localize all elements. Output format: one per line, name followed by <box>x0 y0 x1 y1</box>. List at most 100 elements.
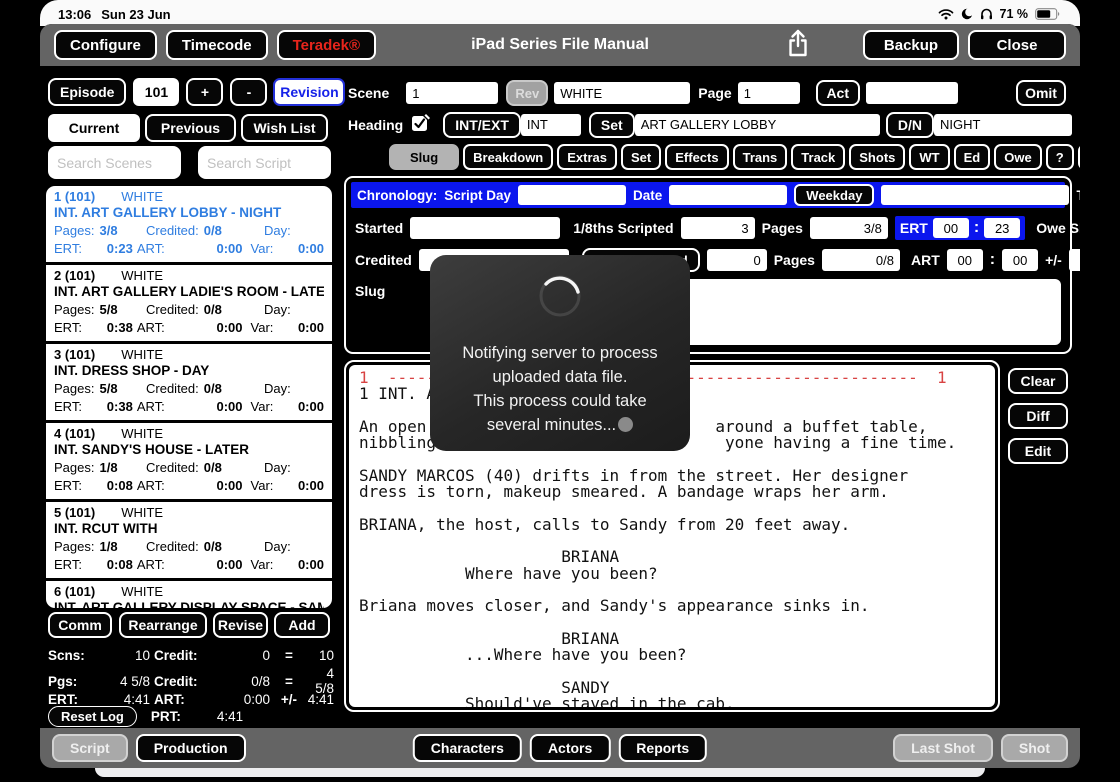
stat-pair: ART:0:00 <box>137 399 243 414</box>
stat-label: Day: <box>264 381 291 396</box>
view-tab-wish-list[interactable]: Wish List <box>241 114 328 142</box>
detail-tab-attachments[interactable]: Attachments <box>1078 144 1080 170</box>
footer-last-shot-button[interactable]: Last Shot <box>893 734 993 762</box>
detail-tab--[interactable]: ? <box>1046 144 1074 170</box>
stat-label: Var: <box>251 399 274 414</box>
ert-minutes-field[interactable] <box>933 218 969 238</box>
scene-number-field[interactable] <box>406 82 498 104</box>
detail-tab-extras[interactable]: Extras <box>557 144 617 170</box>
edit-button[interactable]: Edit <box>1008 438 1068 464</box>
stat-pair: Credited:0/8 <box>146 381 264 396</box>
set-field[interactable] <box>635 114 880 136</box>
detail-tab-effects[interactable]: Effects <box>665 144 728 170</box>
timecode-button[interactable]: Timecode <box>166 30 268 60</box>
page-number-field[interactable] <box>738 82 800 104</box>
add-button[interactable]: Add <box>274 612 330 638</box>
detail-tab-wt[interactable]: WT <box>909 144 949 170</box>
act-button[interactable]: Act <box>816 80 860 106</box>
omit-button[interactable]: Omit <box>1016 80 1066 106</box>
revision-toggle[interactable]: Revision <box>273 78 345 106</box>
reset-log-button[interactable]: Reset Log <box>48 706 137 727</box>
diff-button[interactable]: Diff <box>1008 403 1068 429</box>
art-seconds-field[interactable] <box>1002 249 1038 271</box>
footer-actors-button[interactable]: Actors <box>530 734 610 762</box>
detail-tab-track[interactable]: Track <box>791 144 845 170</box>
backup-button[interactable]: Backup <box>863 30 959 60</box>
weekday-button[interactable]: Weekday <box>794 184 874 206</box>
variance-minutes-field[interactable] <box>1069 249 1080 271</box>
detail-tab-shots[interactable]: Shots <box>849 144 905 170</box>
eighths-scripted-field[interactable] <box>681 217 755 239</box>
detail-tab-ed[interactable]: Ed <box>954 144 991 170</box>
close-button[interactable]: Close <box>968 30 1066 60</box>
episode-minus-button[interactable]: - <box>230 78 267 106</box>
day-night-button[interactable]: D/N <box>886 112 934 138</box>
stat-value: 5/8 <box>99 381 117 396</box>
episode-number-field[interactable] <box>133 78 179 106</box>
share-icon[interactable] <box>786 28 810 63</box>
view-tab-previous[interactable]: Previous <box>145 114 236 142</box>
footer-reports-button[interactable]: Reports <box>618 734 707 762</box>
view-tab-current[interactable]: Current <box>48 114 140 142</box>
footer-production-button[interactable]: Production <box>136 734 246 762</box>
scene-list-item[interactable]: 1 (101)WHITEINT. ART GALLERY LOBBY - NIG… <box>46 186 332 265</box>
scene-list-item[interactable]: 5 (101)WHITEINT. RCUT WITHPages:1/8Credi… <box>46 502 332 581</box>
scripted-pages-field[interactable] <box>810 217 888 239</box>
script-day-field[interactable] <box>518 185 626 205</box>
eighths-credited-field[interactable] <box>707 249 767 271</box>
rearrange-button[interactable]: Rearrange <box>119 612 207 638</box>
totals-label: Scns: <box>48 648 94 663</box>
day-night-field[interactable] <box>934 114 1072 136</box>
detail-tab-set[interactable]: Set <box>621 144 661 170</box>
scene-pages-row: Pages:5/8Credited:0/8Day: <box>54 302 324 317</box>
teradek-button[interactable]: Teradek® <box>277 30 376 60</box>
scene-list-item[interactable]: 2 (101)WHITEINT. ART GALLERY LADIE'S ROO… <box>46 265 332 344</box>
act-field[interactable] <box>866 82 958 104</box>
comm-button[interactable]: Comm <box>48 612 112 638</box>
script-line: ...Where have you been? <box>359 647 985 663</box>
int-ext-button[interactable]: INT/EXT <box>443 112 521 138</box>
configure-button[interactable]: Configure <box>54 30 157 60</box>
footer-script-button[interactable]: Script <box>52 734 128 762</box>
episode-plus-button[interactable]: + <box>186 78 223 106</box>
stat-pair: Day: <box>264 223 324 238</box>
ert-seconds-field[interactable] <box>984 218 1020 238</box>
totals-row: Pgs:4 5/8Credit:0/8=4 5/8 <box>48 666 334 688</box>
date-field[interactable] <box>669 185 787 205</box>
stat-value: 0:00 <box>217 557 243 572</box>
stat-label: Day: <box>264 460 291 475</box>
set-button[interactable]: Set <box>589 112 635 138</box>
detail-tab-breakdown[interactable]: Breakdown <box>463 144 553 170</box>
art-minutes-field[interactable] <box>947 249 983 271</box>
episode-button[interactable]: Episode <box>48 78 126 106</box>
detail-tab-slug[interactable]: Slug <box>389 144 459 170</box>
stat-value: 0:38 <box>107 320 133 335</box>
scene-times-row: ERT:0:08ART:0:00Var:0:00 <box>54 478 324 493</box>
stat-value: 0:00 <box>298 320 324 335</box>
scene-list-item[interactable]: 6 (101)WHITEINT. ART GALLERY DISPLAY SPA… <box>46 581 332 608</box>
clear-button[interactable]: Clear <box>1008 368 1068 394</box>
script-line: dress is torn, makeup smeared. A bandage… <box>359 484 985 500</box>
heading-edit-checkbox-icon[interactable] <box>410 111 433 139</box>
footer-shot-button[interactable]: Shot <box>1001 734 1068 762</box>
weekday-field[interactable] <box>881 185 1069 205</box>
scene-list-item[interactable]: 3 (101)WHITEINT. DRESS SHOP - DAYPages:5… <box>46 344 332 423</box>
credited-pages-field[interactable] <box>822 249 900 271</box>
stat-pair: Var:0:00 <box>251 478 324 493</box>
footer-characters-button[interactable]: Characters <box>413 734 522 762</box>
int-ext-field[interactable] <box>521 114 581 136</box>
stat-label: Pages: <box>54 223 94 238</box>
stat-pair: Day: <box>264 539 324 554</box>
search-script-input[interactable] <box>198 146 331 179</box>
stat-label: Credited: <box>146 381 199 396</box>
scene-list-item[interactable]: 4 (101)WHITEINT. SANDY'S HOUSE - LATERPa… <box>46 423 332 502</box>
search-scenes-input[interactable] <box>48 146 181 179</box>
bottom-toolbar: Script Production Characters Actors Reports… <box>40 728 1080 768</box>
rev-button[interactable]: Rev <box>506 80 548 106</box>
detail-tab-trans[interactable]: Trans <box>733 144 788 170</box>
revision-color-field[interactable] <box>554 82 690 104</box>
detail-tab-owe[interactable]: Owe <box>994 144 1041 170</box>
started-field[interactable] <box>410 217 560 239</box>
stat-label: Pages: <box>54 460 94 475</box>
revise-button[interactable]: Revise <box>213 612 268 638</box>
